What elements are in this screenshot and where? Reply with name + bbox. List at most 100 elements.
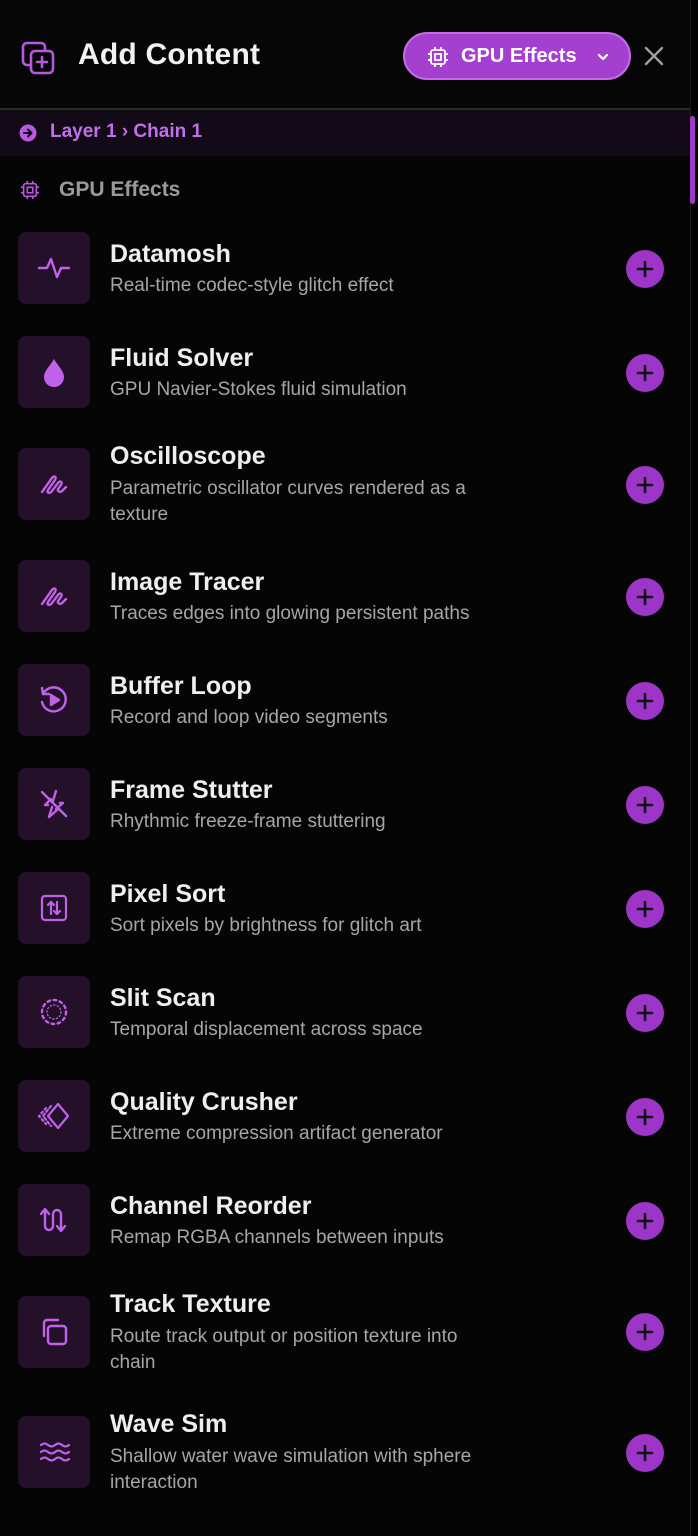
list-item[interactable]: Track Texture Route track output or posi… [0,1290,690,1408]
add-button[interactable] [626,466,664,504]
item-description: GPU Navier-Stokes fluid simulation [110,379,407,400]
squiggle-icon [40,587,68,606]
plus-icon [636,1444,654,1462]
plus-icon [636,476,654,494]
add-button[interactable] [626,786,664,824]
plus-icon [636,1323,654,1341]
add-button[interactable] [626,1313,664,1351]
item-title: Slit Scan [110,984,216,1012]
add-button[interactable] [626,1434,664,1472]
item-description: Shallow water wave simulation with spher… [110,1446,472,1493]
list-item[interactable]: Image Tracer Traces edges into glowing p… [0,560,690,664]
plus-icon [636,1108,654,1126]
breadcrumb-text[interactable]: Layer 1 › Chain 1 [50,121,202,143]
item-description: Remap RGBA channels between inputs [110,1227,444,1248]
category-dropdown[interactable]: GPU Effects [403,32,631,80]
item-icon-box [18,448,90,520]
waves-icon [39,1442,71,1462]
section-header: GPU Effects [0,168,690,208]
item-icon-box [18,976,90,1048]
zap-off-icon [40,789,68,819]
section-title: GPU Effects [59,178,181,201]
close-icon[interactable] [640,42,668,70]
item-description: Parametric oscillator curves rendered as… [110,478,466,525]
dashed-circle-icon [40,998,68,1026]
add-button[interactable] [626,354,664,392]
list-item[interactable]: Quality Crusher Extreme compression arti… [0,1080,690,1184]
item-title: Pixel Sort [110,880,226,908]
swap-arrows-icon [39,1207,67,1233]
plus-icon [636,1212,654,1230]
list-item[interactable]: Buffer Loop Record and loop video segmen… [0,664,690,768]
item-icon-box [18,232,90,304]
list-item[interactable]: Channel Reorder Remap RGBA channels betw… [0,1184,690,1288]
chevron-down-icon [597,53,609,61]
item-icon-box [18,872,90,944]
plus-icon [636,900,654,918]
add-button[interactable] [626,890,664,928]
item-description: Real-time codec-style glitch effect [110,275,394,296]
add-button[interactable] [626,1202,664,1240]
add-button[interactable] [626,994,664,1032]
item-icon-box [18,1296,90,1368]
add-content-icon [21,41,55,75]
item-title: Wave Sim [110,1410,228,1438]
item-icon-box [18,560,90,632]
list-item[interactable]: Pixel Sort Sort pixels by brightness for… [0,872,690,976]
add-button[interactable] [626,1098,664,1136]
plus-icon [636,364,654,382]
chip-icon [428,47,448,67]
item-title: Oscilloscope [110,442,266,470]
list-item[interactable]: Oscilloscope Parametric oscillator curve… [0,442,690,560]
list-item[interactable]: Datamosh Real-time codec-style glitch ef… [0,232,690,336]
plus-icon [636,796,654,814]
add-button[interactable] [626,250,664,288]
page-title: Add Content [78,38,261,71]
scrollbar[interactable] [688,110,694,1536]
item-title: Buffer Loop [110,672,252,700]
squiggle-icon [40,475,68,494]
panel-header: Add Content GPU Effects [0,0,690,110]
item-icon-box [18,664,90,736]
arrow-circle-icon [19,124,37,142]
item-title: Track Texture [110,1290,271,1318]
item-description: Record and loop video segments [110,707,388,728]
plus-icon [636,260,654,278]
item-description: Traces edges into glowing persistent pat… [110,603,470,624]
item-icon-box [18,1184,90,1256]
loop-play-icon [40,686,67,713]
list-item[interactable]: Wave Sim Shallow water wave simulation w… [0,1410,690,1528]
item-icon-box [18,336,90,408]
list-item[interactable]: Slit Scan Temporal displacement across s… [0,976,690,1080]
scrollbar-thumb[interactable] [690,116,695,204]
add-button[interactable] [626,682,664,720]
breadcrumb: Layer 1 › Chain 1 [0,110,690,156]
item-title: Quality Crusher [110,1088,298,1116]
item-title: Image Tracer [110,568,265,596]
plus-icon [636,588,654,606]
item-title: Fluid Solver [110,344,254,372]
item-description: Sort pixels by brightness for glitch art [110,915,422,936]
item-title: Frame Stutter [110,776,273,804]
copy-squares-icon [42,1318,68,1346]
item-title: Channel Reorder [110,1192,312,1220]
item-description: Extreme compression artifact generator [110,1123,443,1144]
item-description: Temporal displacement across space [110,1019,423,1040]
item-icon-box [18,1080,90,1152]
plus-icon [636,1004,654,1022]
sort-arrows-icon [40,894,68,922]
add-button[interactable] [626,578,664,616]
dropdown-label: GPU Effects [461,45,577,67]
plus-icon [636,692,654,710]
item-description: Route track output or position texture i… [110,1326,458,1373]
add-content-panel: Add Content GPU Effects Layer 1 › Chain … [0,0,691,1536]
droplet-icon [44,359,64,387]
item-icon-box [18,768,90,840]
chip-icon [20,180,40,200]
item-title: Datamosh [110,240,231,268]
list-item[interactable]: Fluid Solver GPU Navier-Stokes fluid sim… [0,336,690,440]
item-description: Rhythmic freeze-frame stuttering [110,811,386,832]
list-item[interactable]: Frame Stutter Rhythmic freeze-frame stut… [0,768,690,872]
pulse-icon [37,257,71,279]
item-icon-box [18,1416,90,1488]
